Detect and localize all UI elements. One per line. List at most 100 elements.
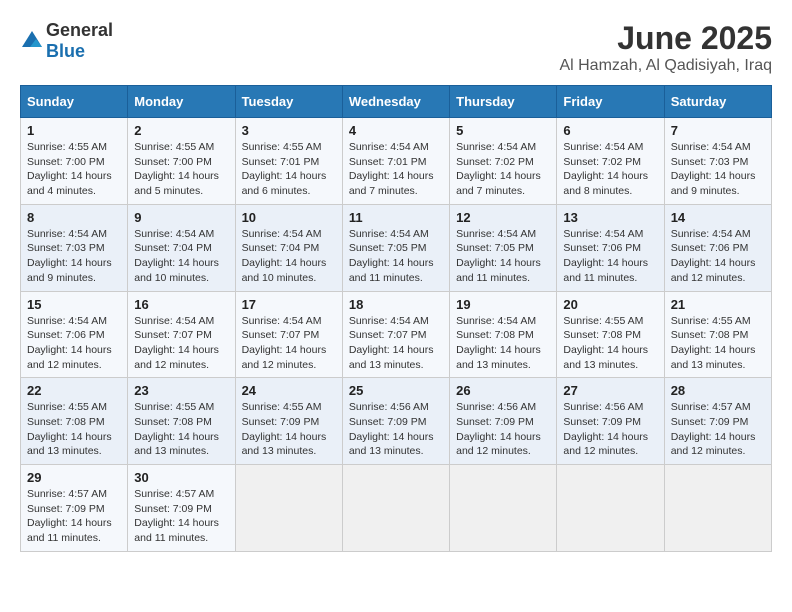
table-row: 2 Sunrise: 4:55 AM Sunset: 7:00 PM Dayli… — [128, 118, 235, 205]
logo-text-general: General — [46, 20, 113, 40]
day-info: Sunrise: 4:54 AM Sunset: 7:02 PM Dayligh… — [456, 140, 550, 199]
calendar-table: Sunday Monday Tuesday Wednesday Thursday… — [20, 85, 772, 552]
day-info: Sunrise: 4:56 AM Sunset: 7:09 PM Dayligh… — [349, 400, 443, 459]
col-wednesday: Wednesday — [342, 86, 449, 118]
day-info: Sunrise: 4:54 AM Sunset: 7:08 PM Dayligh… — [456, 314, 550, 373]
day-number: 28 — [671, 383, 765, 398]
day-info: Sunrise: 4:54 AM Sunset: 7:06 PM Dayligh… — [563, 227, 657, 286]
col-friday: Friday — [557, 86, 664, 118]
table-row: 5 Sunrise: 4:54 AM Sunset: 7:02 PM Dayli… — [450, 118, 557, 205]
calendar-week-row: 1 Sunrise: 4:55 AM Sunset: 7:00 PM Dayli… — [21, 118, 772, 205]
day-info: Sunrise: 4:55 AM Sunset: 7:08 PM Dayligh… — [134, 400, 228, 459]
table-row: 8 Sunrise: 4:54 AM Sunset: 7:03 PM Dayli… — [21, 204, 128, 291]
day-info: Sunrise: 4:54 AM Sunset: 7:04 PM Dayligh… — [242, 227, 336, 286]
table-row: 24 Sunrise: 4:55 AM Sunset: 7:09 PM Dayl… — [235, 378, 342, 465]
day-number: 18 — [349, 297, 443, 312]
logo-icon — [20, 29, 44, 53]
day-number: 26 — [456, 383, 550, 398]
table-row: 17 Sunrise: 4:54 AM Sunset: 7:07 PM Dayl… — [235, 291, 342, 378]
table-row: 19 Sunrise: 4:54 AM Sunset: 7:08 PM Dayl… — [450, 291, 557, 378]
col-sunday: Sunday — [21, 86, 128, 118]
table-row: 9 Sunrise: 4:54 AM Sunset: 7:04 PM Dayli… — [128, 204, 235, 291]
day-info: Sunrise: 4:57 AM Sunset: 7:09 PM Dayligh… — [27, 487, 121, 546]
table-row: 26 Sunrise: 4:56 AM Sunset: 7:09 PM Dayl… — [450, 378, 557, 465]
day-number: 25 — [349, 383, 443, 398]
day-number: 27 — [563, 383, 657, 398]
table-row: 21 Sunrise: 4:55 AM Sunset: 7:08 PM Dayl… — [664, 291, 771, 378]
day-number: 17 — [242, 297, 336, 312]
day-number: 29 — [27, 470, 121, 485]
day-number: 20 — [563, 297, 657, 312]
table-row: 11 Sunrise: 4:54 AM Sunset: 7:05 PM Dayl… — [342, 204, 449, 291]
day-number: 10 — [242, 210, 336, 225]
table-row — [664, 465, 771, 552]
table-row: 29 Sunrise: 4:57 AM Sunset: 7:09 PM Dayl… — [21, 465, 128, 552]
sub-title: Al Hamzah, Al Qadisiyah, Iraq — [559, 57, 772, 75]
table-row: 4 Sunrise: 4:54 AM Sunset: 7:01 PM Dayli… — [342, 118, 449, 205]
day-info: Sunrise: 4:54 AM Sunset: 7:06 PM Dayligh… — [27, 314, 121, 373]
day-info: Sunrise: 4:54 AM Sunset: 7:03 PM Dayligh… — [671, 140, 765, 199]
col-monday: Monday — [128, 86, 235, 118]
day-info: Sunrise: 4:57 AM Sunset: 7:09 PM Dayligh… — [134, 487, 228, 546]
calendar-week-row: 29 Sunrise: 4:57 AM Sunset: 7:09 PM Dayl… — [21, 465, 772, 552]
table-row: 25 Sunrise: 4:56 AM Sunset: 7:09 PM Dayl… — [342, 378, 449, 465]
calendar-week-row: 15 Sunrise: 4:54 AM Sunset: 7:06 PM Dayl… — [21, 291, 772, 378]
day-info: Sunrise: 4:55 AM Sunset: 7:00 PM Dayligh… — [134, 140, 228, 199]
day-info: Sunrise: 4:55 AM Sunset: 7:08 PM Dayligh… — [27, 400, 121, 459]
table-row: 27 Sunrise: 4:56 AM Sunset: 7:09 PM Dayl… — [557, 378, 664, 465]
day-number: 9 — [134, 210, 228, 225]
day-number: 24 — [242, 383, 336, 398]
main-title: June 2025 — [559, 20, 772, 57]
col-saturday: Saturday — [664, 86, 771, 118]
day-number: 14 — [671, 210, 765, 225]
day-number: 30 — [134, 470, 228, 485]
day-number: 15 — [27, 297, 121, 312]
calendar-week-row: 8 Sunrise: 4:54 AM Sunset: 7:03 PM Dayli… — [21, 204, 772, 291]
day-info: Sunrise: 4:55 AM Sunset: 7:00 PM Dayligh… — [27, 140, 121, 199]
table-row: 28 Sunrise: 4:57 AM Sunset: 7:09 PM Dayl… — [664, 378, 771, 465]
table-row: 6 Sunrise: 4:54 AM Sunset: 7:02 PM Dayli… — [557, 118, 664, 205]
day-number: 3 — [242, 123, 336, 138]
table-row — [450, 465, 557, 552]
table-row: 13 Sunrise: 4:54 AM Sunset: 7:06 PM Dayl… — [557, 204, 664, 291]
table-row: 16 Sunrise: 4:54 AM Sunset: 7:07 PM Dayl… — [128, 291, 235, 378]
table-row — [557, 465, 664, 552]
table-row: 10 Sunrise: 4:54 AM Sunset: 7:04 PM Dayl… — [235, 204, 342, 291]
table-row: 23 Sunrise: 4:55 AM Sunset: 7:08 PM Dayl… — [128, 378, 235, 465]
day-number: 19 — [456, 297, 550, 312]
header: General Blue June 2025 Al Hamzah, Al Qad… — [20, 20, 772, 75]
day-info: Sunrise: 4:54 AM Sunset: 7:07 PM Dayligh… — [349, 314, 443, 373]
table-row: 15 Sunrise: 4:54 AM Sunset: 7:06 PM Dayl… — [21, 291, 128, 378]
day-number: 6 — [563, 123, 657, 138]
day-number: 7 — [671, 123, 765, 138]
table-row: 30 Sunrise: 4:57 AM Sunset: 7:09 PM Dayl… — [128, 465, 235, 552]
day-info: Sunrise: 4:57 AM Sunset: 7:09 PM Dayligh… — [671, 400, 765, 459]
table-row: 20 Sunrise: 4:55 AM Sunset: 7:08 PM Dayl… — [557, 291, 664, 378]
calendar-week-row: 22 Sunrise: 4:55 AM Sunset: 7:08 PM Dayl… — [21, 378, 772, 465]
day-info: Sunrise: 4:55 AM Sunset: 7:08 PM Dayligh… — [563, 314, 657, 373]
calendar-header-row: Sunday Monday Tuesday Wednesday Thursday… — [21, 86, 772, 118]
table-row: 1 Sunrise: 4:55 AM Sunset: 7:00 PM Dayli… — [21, 118, 128, 205]
col-tuesday: Tuesday — [235, 86, 342, 118]
table-row — [342, 465, 449, 552]
table-row: 14 Sunrise: 4:54 AM Sunset: 7:06 PM Dayl… — [664, 204, 771, 291]
table-row — [235, 465, 342, 552]
day-number: 4 — [349, 123, 443, 138]
table-row: 7 Sunrise: 4:54 AM Sunset: 7:03 PM Dayli… — [664, 118, 771, 205]
day-number: 1 — [27, 123, 121, 138]
logo-text-blue: Blue — [46, 41, 85, 61]
table-row: 12 Sunrise: 4:54 AM Sunset: 7:05 PM Dayl… — [450, 204, 557, 291]
day-number: 11 — [349, 210, 443, 225]
title-area: June 2025 Al Hamzah, Al Qadisiyah, Iraq — [559, 20, 772, 75]
day-number: 2 — [134, 123, 228, 138]
day-number: 22 — [27, 383, 121, 398]
day-number: 16 — [134, 297, 228, 312]
day-number: 8 — [27, 210, 121, 225]
day-info: Sunrise: 4:54 AM Sunset: 7:05 PM Dayligh… — [456, 227, 550, 286]
table-row: 22 Sunrise: 4:55 AM Sunset: 7:08 PM Dayl… — [21, 378, 128, 465]
logo: General Blue — [20, 20, 113, 62]
day-info: Sunrise: 4:54 AM Sunset: 7:02 PM Dayligh… — [563, 140, 657, 199]
day-info: Sunrise: 4:54 AM Sunset: 7:06 PM Dayligh… — [671, 227, 765, 286]
day-number: 23 — [134, 383, 228, 398]
day-number: 5 — [456, 123, 550, 138]
